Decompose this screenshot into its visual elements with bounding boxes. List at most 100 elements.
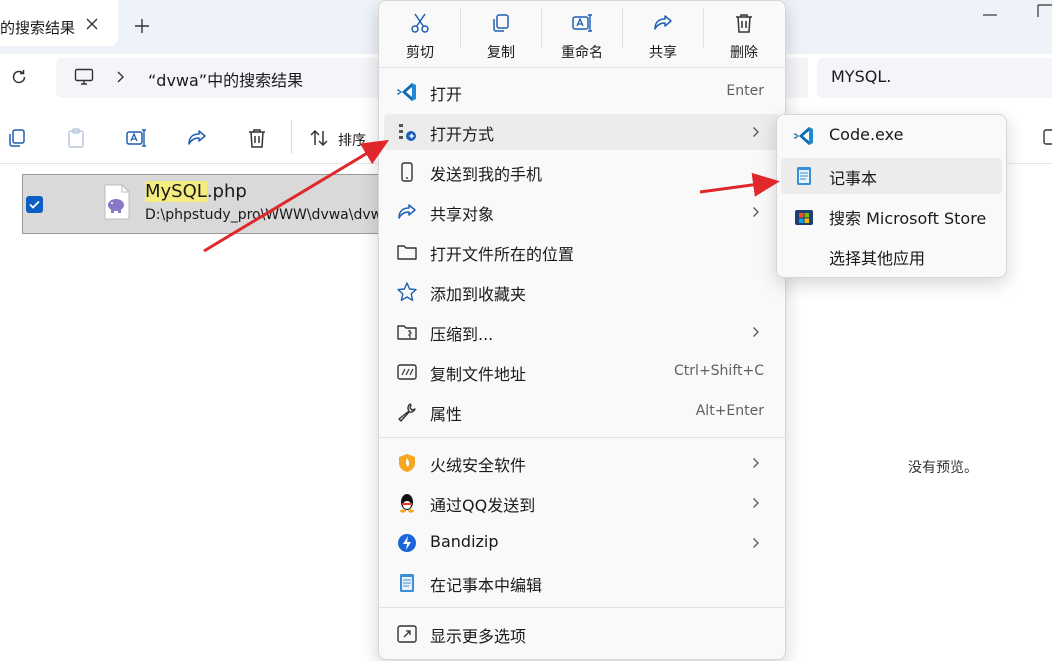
file-path: D:\phpstudy_pro\WWW\dvwa\dvwa\includes <box>145 207 381 223</box>
share-icon <box>396 201 418 223</box>
huorong-icon <box>396 452 418 474</box>
menu-item-label: 复制文件地址 <box>430 365 527 384</box>
menu-item-open[interactable]: 打开 Enter <box>384 74 780 110</box>
menu-item-label: Bandizip <box>430 532 499 551</box>
menu-item-open-with[interactable]: 打开方式 <box>384 114 780 150</box>
rename-label: 重命名 <box>561 45 603 61</box>
chevron-right-icon <box>752 126 760 138</box>
share-button[interactable]: 共享 <box>623 4 703 64</box>
star-icon <box>396 281 418 303</box>
menu-item-send-to-phone[interactable]: 发送到我的手机 <box>384 154 780 190</box>
chevron-right-icon <box>752 206 760 218</box>
menu-item-label: 共享对象 <box>430 205 495 224</box>
rename-button[interactable]: 重命名 <box>542 4 622 64</box>
php-file-icon <box>103 184 131 220</box>
refresh-icon[interactable] <box>10 68 28 86</box>
chevron-right-icon <box>752 457 760 469</box>
chevron-right-icon <box>752 497 760 509</box>
tab-title: 的搜索结果 <box>0 19 76 37</box>
submenu-item-label: 选择其他应用 <box>829 249 926 268</box>
maximize-icon[interactable] <box>1034 4 1052 18</box>
vscode-icon <box>793 125 815 147</box>
submenu-item-notepad[interactable]: 记事本 <box>781 158 1002 194</box>
menu-item-shortcut: Alt+Enter <box>695 403 764 419</box>
bandizip-icon <box>396 532 418 554</box>
phone-icon <box>396 161 418 183</box>
menu-separator <box>379 67 785 68</box>
paste-icon <box>65 127 87 149</box>
menu-item-label: 发送到我的手机 <box>430 165 543 184</box>
copy-label: 复制 <box>487 45 515 61</box>
menu-item-label: 打开 <box>430 85 463 104</box>
details-pane-icon[interactable] <box>1042 128 1052 146</box>
menu-item-label: 通过QQ发送到 <box>430 496 536 515</box>
copy-path-icon <box>396 361 418 383</box>
open-with-icon <box>396 121 418 143</box>
menu-item-copy-path[interactable]: 复制文件地址 Ctrl+Shift+C <box>384 354 780 390</box>
menu-item-label: 打开方式 <box>430 125 495 144</box>
breadcrumb[interactable]: “dvwa”中的搜索结果 <box>148 67 303 91</box>
rename-icon <box>571 12 593 34</box>
sort-icon[interactable] <box>308 127 330 149</box>
sort-button-label[interactable]: 排序 <box>338 130 366 150</box>
zip-folder-icon <box>396 321 418 343</box>
vscode-icon <box>396 81 418 103</box>
submenu-item-label: 搜索 Microsoft Store <box>829 209 987 228</box>
share-label: 共享 <box>649 45 677 61</box>
menu-item-show-more-options[interactable]: 显示更多选项 <box>384 616 780 652</box>
wrench-icon <box>396 401 418 423</box>
menu-item-shortcut: Ctrl+Shift+C <box>674 363 764 379</box>
delete-button[interactable]: 删除 <box>704 4 784 64</box>
checkbox-checked[interactable] <box>26 196 43 213</box>
menu-item-shortcut: Enter <box>726 83 764 99</box>
ms-store-icon <box>793 205 815 227</box>
copy-icon <box>490 12 512 34</box>
scissors-icon <box>409 12 431 34</box>
qq-icon <box>396 492 418 514</box>
chevron-right-icon <box>752 326 760 338</box>
rename-icon[interactable] <box>125 127 147 149</box>
cut-button[interactable]: 剪切 <box>380 4 460 64</box>
menu-item-label: 在记事本中编辑 <box>430 576 543 595</box>
chevron-right-icon <box>752 537 760 549</box>
more-options-icon <box>396 623 418 645</box>
share-icon[interactable] <box>186 127 208 149</box>
search-match-highlight: MySQL <box>145 181 207 202</box>
toolbar-divider <box>291 120 292 154</box>
share-icon <box>652 12 674 34</box>
tab-close-icon[interactable] <box>84 16 100 32</box>
file-name[interactable]: MySQL.php <box>145 181 247 202</box>
menu-item-huorong[interactable]: 火绒安全软件 <box>384 445 780 481</box>
menu-item-label: 添加到收藏夹 <box>430 285 527 304</box>
search-input-value[interactable]: MYSQL. <box>831 67 891 86</box>
menu-item-properties[interactable]: 属性 Alt+Enter <box>384 394 780 430</box>
folder-icon <box>396 241 418 263</box>
trash-icon <box>733 12 755 34</box>
menu-item-compress[interactable]: 压缩到... <box>384 314 780 350</box>
chevron-right-icon[interactable] <box>116 70 126 84</box>
menu-item-share-with[interactable]: 共享对象 <box>384 194 780 230</box>
submenu-item-choose-other[interactable]: 选择其他应用 <box>781 238 1002 274</box>
submenu-item-ms-store[interactable]: 搜索 Microsoft Store <box>781 198 1002 234</box>
this-pc-icon <box>74 68 94 86</box>
copy-button[interactable]: 复制 <box>461 4 541 64</box>
new-tab-icon[interactable] <box>134 18 150 34</box>
submenu-item-code[interactable]: Code.exe <box>781 118 1002 154</box>
menu-item-label: 属性 <box>430 405 463 424</box>
menu-item-send-via-qq[interactable]: 通过QQ发送到 <box>384 485 780 521</box>
notepad-icon <box>396 572 418 594</box>
menu-item-open-location[interactable]: 打开文件所在的位置 <box>384 234 780 270</box>
menu-item-label: 显示更多选项 <box>430 627 527 646</box>
submenu-item-label: 记事本 <box>829 169 878 188</box>
menu-item-bandizip[interactable]: Bandizip <box>384 525 780 561</box>
menu-separator <box>379 437 785 438</box>
trash-icon[interactable] <box>246 127 268 149</box>
minimize-icon[interactable] <box>978 12 1002 18</box>
menu-item-edit-in-notepad[interactable]: 在记事本中编辑 <box>384 565 780 601</box>
copy-icon[interactable] <box>6 127 28 149</box>
menu-separator <box>379 607 785 608</box>
preview-empty-text: 没有预览。 <box>908 460 978 476</box>
file-extension: .php <box>206 181 247 202</box>
menu-item-label: 压缩到... <box>430 325 494 344</box>
menu-item-add-favorites[interactable]: 添加到收藏夹 <box>384 274 780 310</box>
